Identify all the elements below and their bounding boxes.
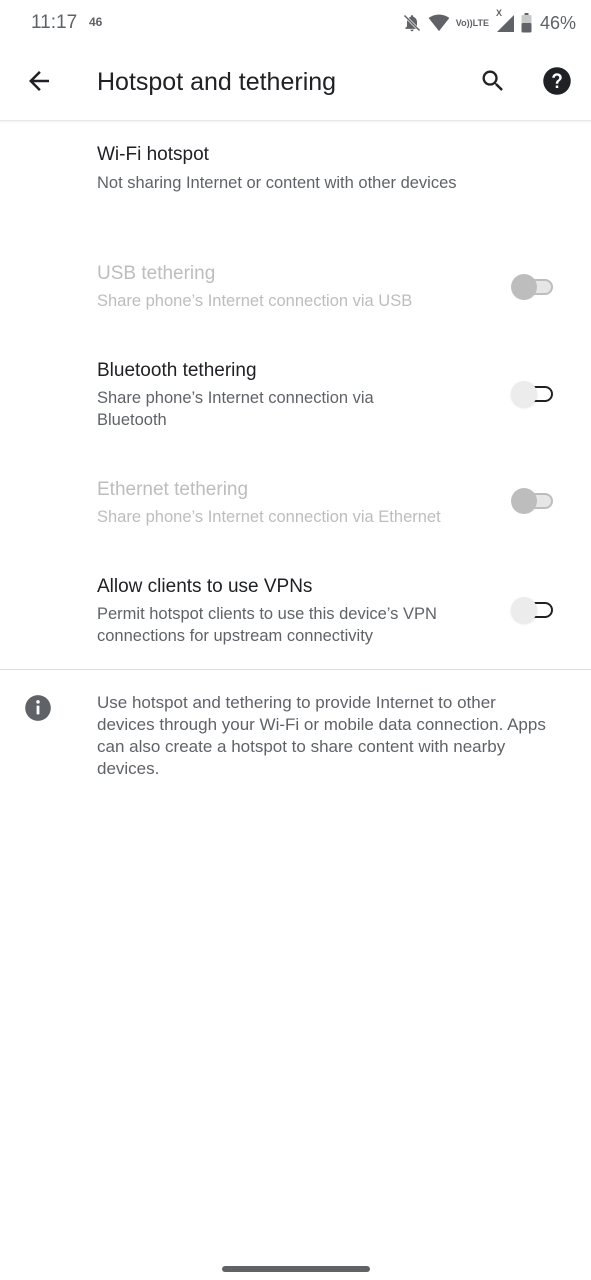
toggle-thumb bbox=[511, 381, 537, 407]
list-item-bluetooth-tethering[interactable]: Bluetooth tethering Share phone’s Intern… bbox=[0, 336, 591, 448]
network-badge: 46 bbox=[89, 15, 103, 29]
no-signal-mark: X bbox=[495, 8, 502, 18]
row-subtitle: Share phone’s Internet connection via Et… bbox=[97, 508, 441, 526]
row-subtitle: Permit hotspot clients to use this devic… bbox=[97, 605, 437, 645]
help-icon bbox=[543, 67, 571, 95]
info-icon bbox=[24, 694, 52, 722]
list-item-allow-vpn-clients[interactable]: Allow clients to use VPNs Permit hotspot… bbox=[0, 552, 591, 664]
volte-indicator: Vo)) LTE bbox=[455, 17, 489, 28]
app-bar: Hotspot and tethering bbox=[0, 46, 591, 121]
row-title: Ethernet tethering bbox=[97, 479, 249, 500]
list-item-usb-tethering: USB tethering Share phone’s Internet con… bbox=[0, 240, 591, 330]
bluetooth-tethering-toggle[interactable] bbox=[511, 379, 557, 409]
wifi-icon bbox=[428, 14, 450, 32]
search-icon bbox=[482, 70, 503, 91]
gesture-nav-handle[interactable] bbox=[222, 1266, 370, 1272]
toggle-thumb bbox=[511, 488, 537, 514]
footer-info-text: Use hotspot and tethering to provide Int… bbox=[97, 693, 546, 778]
row-subtitle: Not sharing Internet or content with oth… bbox=[97, 174, 457, 192]
volte-label: Vo)) bbox=[455, 17, 473, 28]
page-title: Hotspot and tethering bbox=[97, 68, 337, 96]
status-time: 11:17 bbox=[31, 12, 78, 33]
battery-icon bbox=[521, 13, 532, 33]
row-subtitle: Share phone’s Internet connection via US… bbox=[97, 292, 413, 310]
usb-tethering-toggle bbox=[511, 272, 557, 302]
screen: 11:17 46 Vo)) LTE X 46% Hotspot and teth… bbox=[0, 0, 591, 1280]
lte-label: LTE bbox=[472, 17, 489, 28]
allow-vpn-clients-toggle[interactable] bbox=[511, 595, 557, 625]
row-title: Wi-Fi hotspot bbox=[97, 144, 209, 165]
notifications-off-icon bbox=[402, 13, 422, 33]
toggle-thumb bbox=[511, 274, 537, 300]
arrow-back-icon bbox=[29, 71, 49, 91]
signal-icon: X bbox=[495, 8, 515, 33]
row-subtitle: Share phone’s Internet connection via Bl… bbox=[97, 389, 374, 429]
row-title: Allow clients to use VPNs bbox=[97, 576, 313, 597]
status-bar: 11:17 46 Vo)) LTE X 46% bbox=[0, 0, 591, 46]
ethernet-tethering-toggle bbox=[511, 486, 557, 516]
search-button[interactable] bbox=[474, 62, 512, 100]
row-title: Bluetooth tethering bbox=[97, 360, 257, 381]
divider bbox=[0, 669, 591, 670]
list-item-wifi-hotspot[interactable]: Wi-Fi hotspot Not sharing Internet or co… bbox=[0, 121, 591, 225]
back-button[interactable] bbox=[20, 62, 58, 100]
status-icons: Vo)) LTE X 46% bbox=[396, 8, 576, 36]
help-button[interactable] bbox=[538, 62, 576, 100]
list-item-ethernet-tethering: Ethernet tethering Share phone’s Interne… bbox=[0, 456, 591, 546]
toggle-thumb bbox=[511, 597, 537, 623]
row-title: USB tethering bbox=[97, 263, 216, 284]
battery-percent: 46% bbox=[539, 12, 576, 33]
